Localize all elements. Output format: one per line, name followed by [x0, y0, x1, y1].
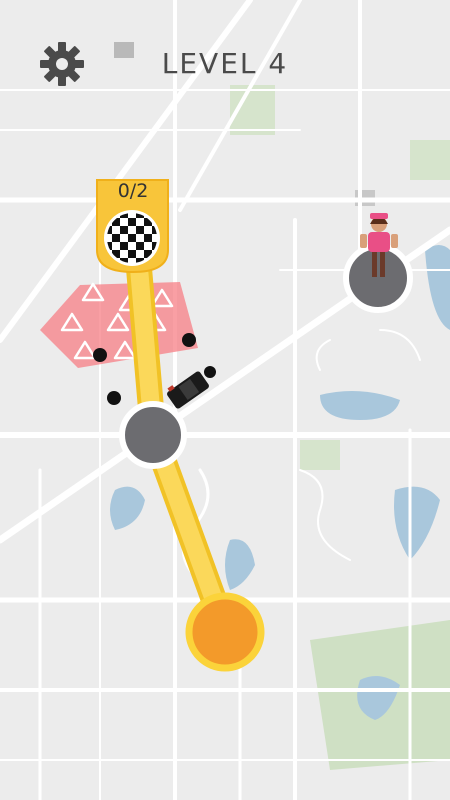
- goal-progress-label: 0/2: [117, 180, 149, 202]
- waypoint-node[interactable]: [119, 401, 187, 469]
- city-map: [0, 0, 450, 800]
- customer-stop[interactable]: [343, 243, 413, 313]
- settings-button[interactable]: [38, 40, 86, 88]
- level-label: LEVEL 4: [161, 47, 289, 80]
- start-node[interactable]: [185, 592, 265, 672]
- gear-icon: [40, 42, 84, 86]
